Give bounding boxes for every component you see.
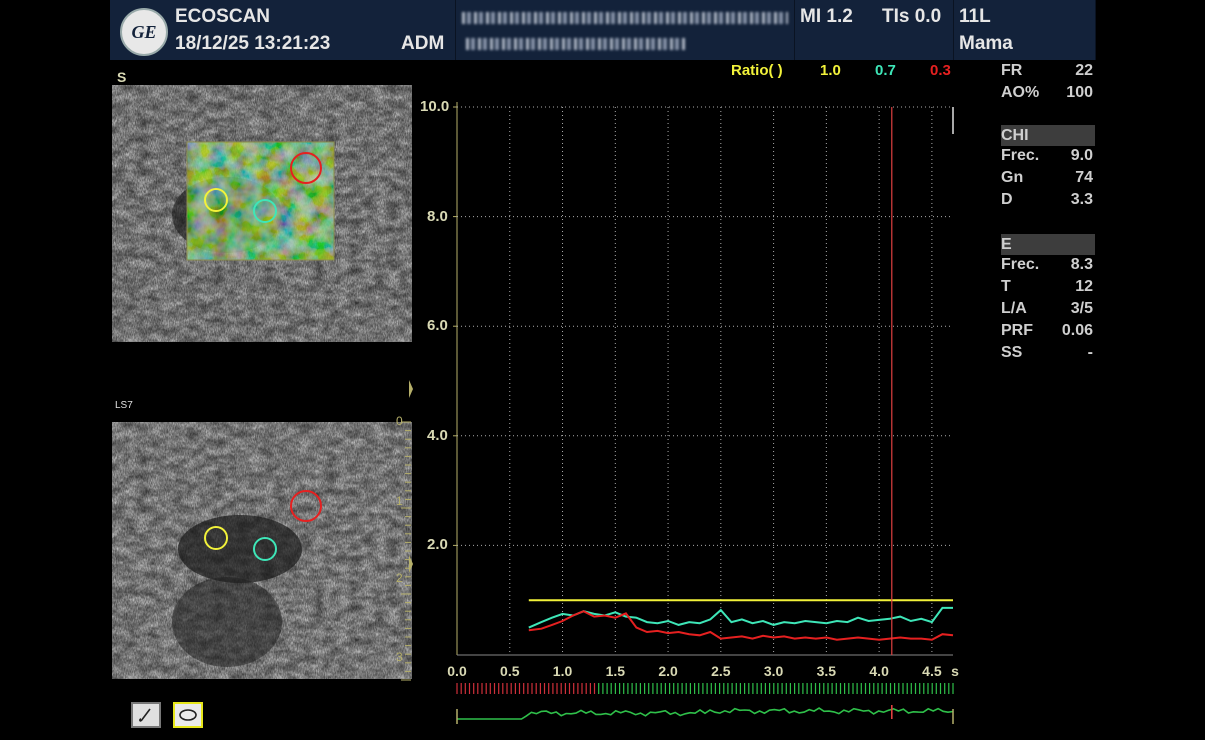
trace-tool-button[interactable]	[131, 702, 161, 728]
ellipse-tool-button[interactable]	[173, 702, 203, 728]
preset-name: Mama	[959, 33, 1013, 54]
x-tick-label: 0.0	[447, 663, 467, 679]
scale-top-label: S	[117, 69, 127, 85]
roi-circle-red-bottom[interactable]	[290, 490, 322, 522]
header-bar: GE ECOSCAN 18/12/25 13:21:23 ADM MI 1.2 …	[0, 0, 1205, 60]
ratio-value-red: 0.3	[930, 62, 951, 79]
roi-circle-yellow[interactable]	[204, 188, 228, 212]
depth-tick-0: 0	[396, 414, 403, 428]
chi-param-key: Frec.	[1001, 147, 1040, 164]
chi-param-value: 3.3	[1070, 191, 1093, 208]
ratio-value-yellow: 1.0	[820, 62, 841, 79]
tis-index: TIs 0.0	[882, 6, 942, 27]
depth-tick-1: 1	[396, 494, 403, 508]
x-unit-label: s	[951, 663, 959, 679]
ratio-value-cyan: 0.7	[875, 62, 896, 79]
general-param-key: FR	[1001, 62, 1023, 79]
e-param-value: 0.06	[1061, 322, 1093, 339]
e-param-key: SS	[1001, 344, 1023, 361]
x-tick-label: 1.0	[552, 663, 573, 679]
focus-marker-icon-2	[409, 555, 413, 573]
e-param-key: T	[1001, 278, 1011, 295]
chi-param-value: 74	[1075, 169, 1093, 186]
header-panel-patient	[456, 0, 795, 60]
chi-param-key: D	[1001, 191, 1013, 208]
x-tick-label: 2.0	[658, 663, 678, 679]
e-param-key: PRF	[1001, 322, 1033, 339]
depth-tick-2: 2	[396, 571, 403, 585]
roi-circle-cyan-bottom[interactable]	[253, 537, 277, 561]
patient-info-redacted	[462, 12, 788, 24]
general-param-value: 100	[1066, 84, 1093, 101]
mi-index: MI 1.2	[800, 6, 853, 27]
series-line-2	[528, 610, 954, 641]
e-param-value: 8.3	[1070, 256, 1093, 273]
top-roi-overlay	[204, 152, 322, 223]
ge-logo-icon: GE	[120, 8, 168, 56]
operator-label: ADM	[401, 33, 445, 54]
probe-name: 11L	[959, 6, 991, 27]
logo-text: GE	[131, 21, 157, 42]
roi-circle-yellow-bottom[interactable]	[204, 526, 228, 550]
depth-tick-3: 3	[396, 650, 403, 664]
x-tick-label: 3.5	[816, 663, 837, 679]
chi-param-key: Gn	[1001, 169, 1024, 186]
chi-section-header: CHI	[1001, 125, 1095, 146]
chi-param-value: 9.0	[1070, 147, 1093, 164]
motion-trace-line	[457, 707, 954, 720]
x-tick-label: 0.5	[500, 663, 520, 679]
ellipse-icon	[179, 709, 197, 721]
pen-icon	[139, 708, 151, 722]
series-line-1	[528, 606, 953, 629]
x-tick-label: 4.0	[869, 663, 889, 679]
x-tick-label: 2.5	[711, 663, 731, 679]
e-param-key: Frec.	[1001, 256, 1040, 273]
e-param-value: 3/5	[1070, 300, 1093, 317]
ratio-label: Ratio( )	[731, 62, 783, 79]
e-param-value: 12	[1075, 278, 1093, 295]
brand-name: ECOSCAN	[175, 6, 271, 27]
patient-id-redacted	[466, 38, 686, 50]
strain-ratio-chart[interactable]	[440, 90, 970, 740]
bottom-roi-overlay	[204, 490, 322, 561]
roi-circle-cyan[interactable]	[253, 199, 277, 223]
e-section-header: E	[1001, 234, 1095, 255]
date-time: 18/12/25 13:21:23	[175, 33, 331, 54]
roi-circle-red[interactable]	[290, 152, 322, 184]
general-param-key: AO%	[1001, 84, 1040, 101]
x-tick-label: 3.0	[763, 663, 784, 679]
e-param-key: L/A	[1001, 300, 1027, 317]
x-tick-label: 1.5	[605, 663, 626, 679]
x-tick-label: 4.5	[922, 663, 942, 679]
general-param-value: 22	[1075, 62, 1093, 79]
bottom-image-label: LS7	[115, 400, 133, 411]
e-param-value: -	[1087, 344, 1093, 361]
focus-marker-icon	[409, 380, 413, 398]
